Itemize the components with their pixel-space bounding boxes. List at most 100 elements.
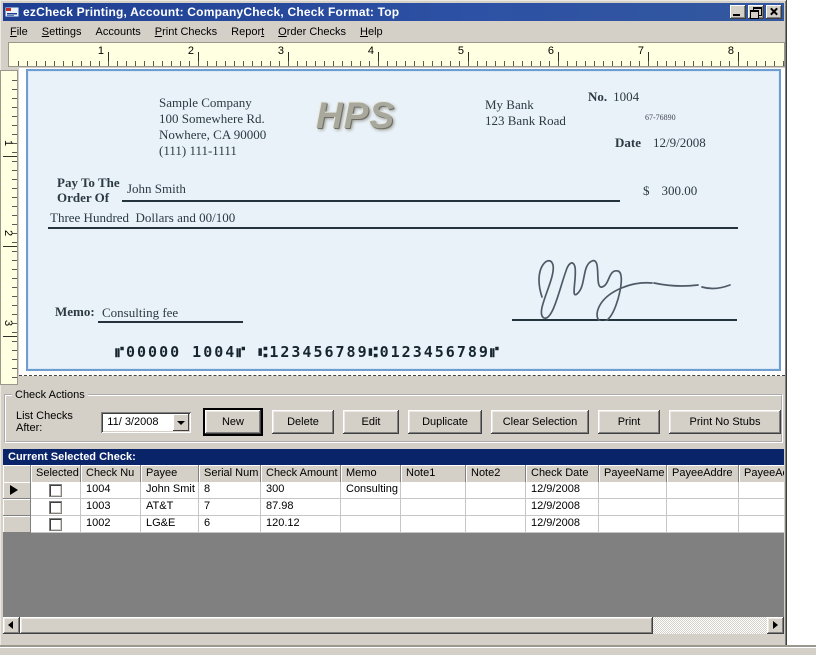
menu-report[interactable]: Report <box>224 24 271 40</box>
cell-payee[interactable]: LG&E <box>141 516 199 533</box>
ruler-mark: 4 <box>367 45 374 57</box>
cell-memo[interactable]: Consulting <box>341 482 401 499</box>
menu-accounts[interactable]: Accounts <box>89 24 148 40</box>
restore-button[interactable] <box>748 5 764 19</box>
scroll-left-button[interactable] <box>3 617 20 634</box>
cell-note2[interactable] <box>466 482 526 499</box>
column-header-payee-address[interactable]: PayeeAddre <box>667 465 739 483</box>
print-button[interactable]: Print <box>598 410 660 434</box>
horizontal-scrollbar[interactable] <box>3 617 784 634</box>
column-header-serial-num[interactable]: Serial Num <box>199 465 261 483</box>
cell-payee-address[interactable] <box>667 499 739 516</box>
ruler-mark: 8 <box>727 45 734 57</box>
memo-underline <box>98 321 243 323</box>
company-address2: Nowhere, CA 90000 <box>159 127 267 142</box>
cell-check-number[interactable]: 1002 <box>81 516 141 533</box>
ruler-mark: 2 <box>187 45 194 57</box>
cell-payee-account[interactable] <box>739 516 784 533</box>
menu-help[interactable]: Help <box>353 24 390 40</box>
company-address1: 100 Somewhere Rd. <box>159 111 265 126</box>
cell-payee-account[interactable] <box>739 482 784 499</box>
ruler-mark: 3 <box>277 45 284 57</box>
cell-serial[interactable]: 8 <box>199 482 261 499</box>
new-button[interactable]: New <box>205 410 261 434</box>
menu-order-checks[interactable]: Order Checks <box>271 24 353 40</box>
row-selector[interactable] <box>3 499 31 516</box>
cell-serial[interactable]: 7 <box>199 499 261 516</box>
title-bar[interactable]: ezCheck Printing, Account: CompanyCheck,… <box>3 3 784 21</box>
list-after-date-dropdown[interactable]: 11/ 3/2008 <box>101 411 191 433</box>
cell-payee-account[interactable] <box>739 499 784 516</box>
cell-memo[interactable] <box>341 516 401 533</box>
micr-line: ⑈00000 1004⑈ ⑆123456789⑆0123456789⑈ <box>115 343 501 361</box>
amount-words-underline <box>48 227 738 229</box>
cell-note1[interactable] <box>401 499 466 516</box>
column-header-check-number[interactable]: Check Nu <box>81 465 141 483</box>
current-selected-check-header: Current Selected Check: <box>3 449 784 465</box>
dollar-sign: $ <box>643 183 650 198</box>
cell-note1[interactable] <box>401 482 466 499</box>
bank-fraction: 67-76890 <box>645 113 676 122</box>
column-header-payee-account[interactable]: PayeeAc <box>739 465 784 483</box>
cell-check-date[interactable]: 12/9/2008 <box>526 482 599 499</box>
checks-grid: Selected Check Nu Payee Serial Num Check… <box>3 465 784 617</box>
clear-selection-button[interactable]: Clear Selection <box>491 410 589 434</box>
column-header-selector[interactable] <box>3 465 31 483</box>
column-header-payee-name[interactable]: PayeeName <box>599 465 667 483</box>
cell-payee[interactable]: John Smit <box>141 482 199 499</box>
cell-payee-name[interactable] <box>599 482 667 499</box>
cell-payee-address[interactable] <box>667 516 739 533</box>
window-bottom-strip <box>3 634 784 644</box>
menu-print-checks[interactable]: Print Checks <box>148 24 224 40</box>
cell-check-date[interactable]: 12/9/2008 <box>526 499 599 516</box>
cell-note2[interactable] <box>466 499 526 516</box>
row-checkbox[interactable] <box>49 483 62 497</box>
cell-payee[interactable]: AT&T <box>141 499 199 516</box>
column-header-note1[interactable]: Note1 <box>401 465 466 483</box>
window-title: ezCheck Printing, Account: CompanyCheck,… <box>23 5 400 19</box>
check-number-value: 1004 <box>613 89 640 104</box>
cell-serial[interactable]: 6 <box>199 516 261 533</box>
column-header-selected[interactable]: Selected <box>31 465 81 483</box>
cell-check-date[interactable]: 12/9/2008 <box>526 516 599 533</box>
cell-amount[interactable]: 120.12 <box>261 516 341 533</box>
row-checkbox[interactable] <box>49 517 62 531</box>
column-header-payee[interactable]: Payee <box>141 465 199 483</box>
dropdown-button[interactable] <box>173 413 189 431</box>
cell-memo[interactable] <box>341 499 401 516</box>
cell-payee-address[interactable] <box>667 482 739 499</box>
column-header-check-amount[interactable]: Check Amount <box>261 465 341 483</box>
column-header-note2[interactable]: Note2 <box>466 465 526 483</box>
scroll-right-button[interactable] <box>767 617 784 634</box>
pay-to-label: Pay To The Order Of <box>57 175 120 205</box>
close-button[interactable] <box>766 5 782 19</box>
scrollbar-thumb[interactable] <box>20 617 653 634</box>
cell-payee-name[interactable] <box>599 499 667 516</box>
cell-note2[interactable] <box>466 516 526 533</box>
ruler-mark: 2 <box>2 229 14 237</box>
column-header-memo[interactable]: Memo <box>341 465 401 483</box>
cell-check-number[interactable]: 1003 <box>81 499 141 516</box>
company-name: Sample Company <box>159 95 252 110</box>
row-selector[interactable] <box>3 516 31 533</box>
signature <box>538 259 731 321</box>
delete-button[interactable]: Delete <box>272 410 334 434</box>
menu-settings[interactable]: Settings <box>35 24 89 40</box>
cell-payee-name[interactable] <box>599 516 667 533</box>
duplicate-button[interactable]: Duplicate <box>408 410 482 434</box>
payee-underline <box>122 200 620 202</box>
minimize-button[interactable] <box>730 5 746 19</box>
cell-amount[interactable]: 87.98 <box>261 499 341 516</box>
row-checkbox[interactable] <box>49 500 62 514</box>
cell-note1[interactable] <box>401 516 466 533</box>
edit-button[interactable]: Edit <box>343 410 399 434</box>
print-no-stubs-button[interactable]: Print No Stubs <box>669 410 781 434</box>
row-selector[interactable] <box>3 482 31 499</box>
ruler-mark: 1 <box>97 45 104 57</box>
cell-amount[interactable]: 300 <box>261 482 341 499</box>
app-window: ezCheck Printing, Account: CompanyCheck,… <box>0 0 787 647</box>
cell-check-number[interactable]: 1004 <box>81 482 141 499</box>
column-header-check-date[interactable]: Check Date <box>526 465 599 483</box>
menu-file[interactable]: File <box>3 24 35 40</box>
list-checks-after-label: List Checks After: <box>16 410 73 434</box>
